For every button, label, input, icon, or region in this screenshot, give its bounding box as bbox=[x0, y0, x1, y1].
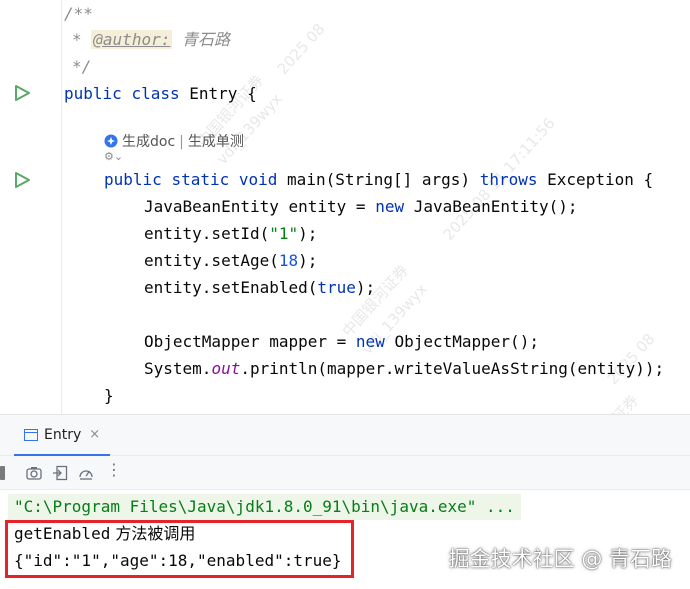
run-config-icon bbox=[24, 428, 38, 441]
close-icon[interactable]: × bbox=[89, 427, 100, 442]
code-line-set-enabled[interactable]: entity.setEnabled(true); bbox=[144, 275, 375, 301]
exception-type: Exception { bbox=[547, 170, 654, 189]
close-paren: ); bbox=[355, 278, 376, 297]
watermark-date: 2025 08 bbox=[273, 19, 329, 79]
code-line-new-entity[interactable]: JavaBeanEntity entity = new JavaBeanEnti… bbox=[144, 194, 577, 220]
system-class: System. bbox=[144, 359, 212, 378]
code-line-class-decl[interactable]: public class Entry { bbox=[64, 81, 257, 107]
more-options-icon[interactable]: ⋮ bbox=[106, 460, 122, 479]
output-highlight-box bbox=[5, 520, 354, 578]
kw-public: public bbox=[64, 84, 122, 103]
kw-void: void bbox=[238, 170, 278, 189]
close-paren: ); bbox=[298, 251, 318, 270]
code-line-doc-open[interactable]: /** bbox=[64, 1, 93, 27]
doc-star: * bbox=[72, 30, 82, 49]
kw-throws: throws bbox=[479, 170, 538, 189]
profiler-icon[interactable] bbox=[78, 465, 94, 481]
brace: { bbox=[247, 84, 257, 103]
run-tab-entry[interactable]: Entry × bbox=[14, 415, 111, 456]
run-main-icon[interactable] bbox=[13, 171, 31, 189]
generate-test-link[interactable]: 生成单测 bbox=[188, 134, 244, 150]
ai-assistant-icon bbox=[104, 134, 118, 148]
code-line-set-age[interactable]: entity.setAge(18); bbox=[144, 248, 317, 274]
ai-code-hint: 生成doc | 生成单测 bbox=[104, 132, 244, 152]
kw-static: static bbox=[171, 170, 230, 189]
set-enabled-value: true bbox=[317, 278, 356, 297]
import-icon[interactable] bbox=[52, 465, 68, 481]
console-command-line[interactable]: "C:\Program Files\Java\jdk1.8.0_91\bin\j… bbox=[8, 494, 521, 520]
generate-doc-link[interactable]: 生成doc bbox=[122, 134, 175, 150]
println-call: .println(mapper.writeValueAsString(entit… bbox=[240, 359, 665, 378]
close-paren: ); bbox=[298, 224, 318, 243]
set-age-call: entity.setAge( bbox=[144, 251, 279, 270]
hint-separator: | bbox=[179, 134, 184, 150]
run-toolbar: ⋮ bbox=[0, 456, 690, 490]
kw-new: new bbox=[355, 332, 385, 351]
kw-class: class bbox=[131, 84, 180, 103]
stop-icon[interactable] bbox=[0, 466, 5, 480]
code-line-doc-close[interactable]: */ bbox=[72, 54, 91, 80]
code-line-new-mapper[interactable]: ObjectMapper mapper = new ObjectMapper()… bbox=[144, 329, 539, 355]
main-signature: main(String[] args) bbox=[287, 170, 471, 189]
class-name: Entry bbox=[189, 84, 238, 103]
camera-icon[interactable] bbox=[26, 465, 42, 481]
entity-ctor: JavaBeanEntity(); bbox=[404, 197, 578, 216]
set-id-call: entity.setId( bbox=[144, 224, 270, 243]
run-tab-label: Entry bbox=[44, 426, 82, 443]
code-line-method-close[interactable]: } bbox=[104, 383, 114, 409]
hint-options-icon[interactable]: ⚙⌄ bbox=[104, 150, 123, 163]
code-line-println[interactable]: System.out.println(mapper.writeValueAsSt… bbox=[144, 356, 664, 382]
set-enabled-call: entity.setEnabled( bbox=[144, 278, 318, 297]
code-line-doc-author[interactable]: * @author: 青石路 bbox=[72, 27, 230, 53]
code-line-set-id[interactable]: entity.setId("1"); bbox=[144, 221, 317, 247]
out-field: out bbox=[211, 359, 241, 378]
mapper-ctor: ObjectMapper(); bbox=[384, 332, 539, 351]
entity-decl: JavaBeanEntity entity = bbox=[144, 197, 376, 216]
author-name: 青石路 bbox=[181, 30, 230, 49]
brand-watermark: 掘金技术社区 @ 青石路 bbox=[448, 547, 672, 571]
code-editor[interactable]: 2025 08 中国银河证券 vdi_139wyx 2025 08 11 17:… bbox=[0, 0, 690, 414]
author-tag: @author: bbox=[91, 30, 173, 49]
gutter-divider bbox=[61, 0, 62, 414]
set-id-value: "1" bbox=[269, 224, 299, 243]
run-tool-window-tabs: Entry × bbox=[0, 414, 690, 456]
set-age-value: 18 bbox=[278, 251, 299, 270]
kw-public: public bbox=[104, 170, 162, 189]
run-class-icon[interactable] bbox=[13, 84, 31, 102]
mapper-decl: ObjectMapper mapper = bbox=[144, 332, 356, 351]
code-line-main-decl[interactable]: public static void main(String[] args) t… bbox=[104, 167, 653, 193]
watermark-company: 中国银河证券 bbox=[567, 390, 643, 414]
kw-new: new bbox=[375, 197, 405, 216]
